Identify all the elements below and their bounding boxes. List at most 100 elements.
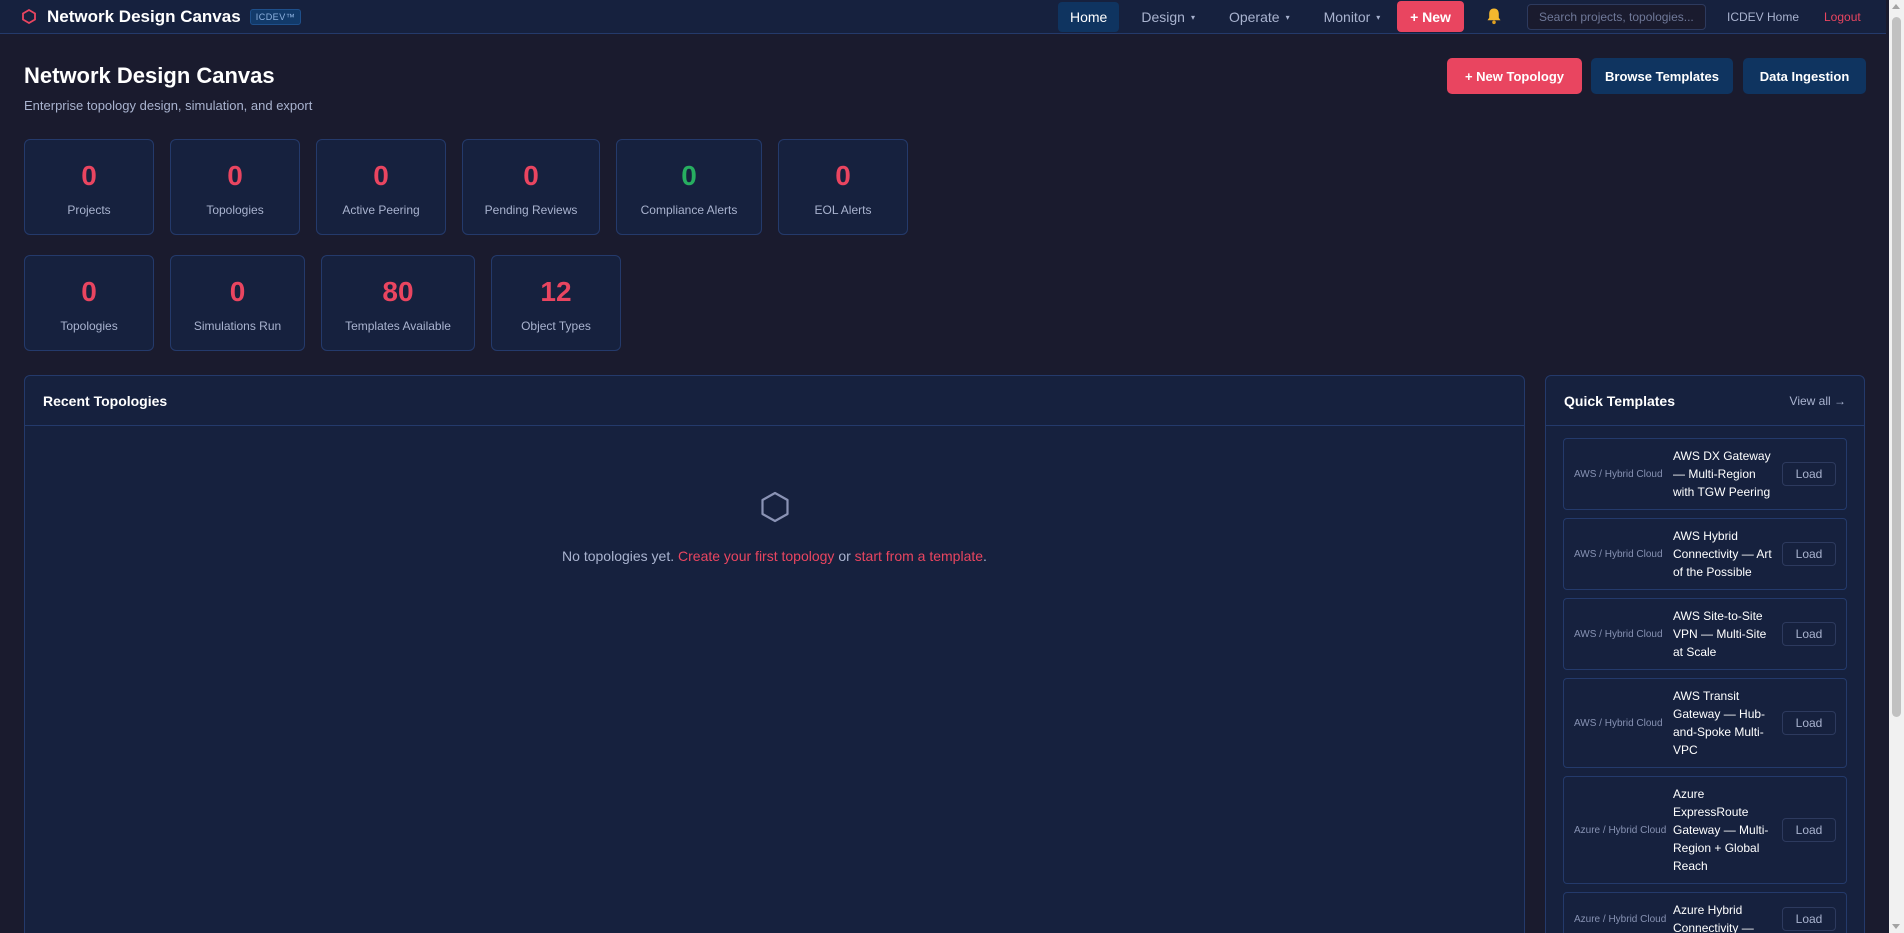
brand-badge: ICDEV™ [249, 8, 302, 25]
icdev-home-link[interactable]: ICDEV Home [1727, 10, 1799, 24]
hexagon-logo-icon [20, 8, 38, 26]
empty-state-or: or [838, 548, 851, 564]
template-name: AWS DX Gateway — Multi-Region with TGW P… [1673, 449, 1771, 499]
stat-label: Templates Available [345, 319, 451, 333]
chevron-down-icon: ▾ [1190, 12, 1195, 22]
template-name: Azure ExpressRoute Gateway — Multi-Regio… [1673, 787, 1769, 873]
new-button[interactable]: + New [1397, 1, 1464, 32]
load-template-button[interactable]: Load [1782, 711, 1836, 735]
nav-home-label: Home [1070, 9, 1108, 25]
panel-title: Quick Templates [1564, 392, 1676, 409]
scrollbar-thumb[interactable] [1892, 17, 1901, 717]
stat-value: 0 [835, 160, 851, 191]
app-title: Network Design Canvas [47, 6, 241, 26]
template-item: AWS / Hybrid Cloud AWS Hybrid Connectivi… [1563, 518, 1847, 590]
main-nav: Home Design ▾ Operate ▾ Monitor ▾ [1058, 1, 1402, 33]
template-item: Azure / Hybrid Cloud Azure ExpressRoute … [1563, 776, 1847, 884]
nav-operate-label: Operate [1228, 9, 1280, 25]
stat-card-simulations-run: 0 Simulations Run [170, 255, 305, 351]
chevron-down-icon: ▾ [1285, 12, 1290, 22]
stat-label: Active Peering [342, 203, 420, 217]
stat-card-compliance-alerts: 0 Compliance Alerts [616, 139, 762, 235]
hexagon-icon [760, 491, 790, 523]
stat-card-active-peering: 0 Active Peering [316, 139, 446, 235]
nav-monitor-label: Monitor [1323, 9, 1371, 25]
stat-value: 80 [382, 276, 414, 307]
load-template-button[interactable]: Load [1782, 907, 1836, 931]
empty-state-period: . [983, 548, 987, 564]
logout-link[interactable]: Logout [1824, 10, 1861, 24]
template-name: AWS Transit Gateway — Hub-and-Spoke Mult… [1673, 689, 1766, 757]
template-item: AWS / Hybrid Cloud AWS DX Gateway — Mult… [1563, 438, 1847, 510]
stat-value: 0 [229, 276, 246, 307]
stat-card-eol-alerts: 0 EOL Alerts [778, 139, 908, 235]
stat-card-object-types: 12 Object Types [491, 255, 621, 351]
quick-templates-panel: Quick Templates View all → AWS / Hybrid … [1545, 375, 1865, 933]
empty-state-message: No topologies yet. Create your first top… [25, 548, 1524, 564]
top-navbar: Network Design Canvas ICDEV™ Home Design… [0, 0, 1886, 34]
nav-operate[interactable]: Operate ▾ [1217, 2, 1302, 32]
recent-topologies-panel: Recent Topologies No topologies yet. Cre… [24, 375, 1525, 933]
start-from-template-link[interactable]: start from a template [855, 548, 983, 564]
template-category: AWS / Hybrid Cloud [1574, 468, 1663, 480]
empty-state-text: No topologies yet. [562, 548, 675, 564]
stat-value: 0 [81, 276, 97, 307]
browse-templates-button[interactable]: Browse Templates [1591, 58, 1733, 94]
page-title: Network Design Canvas [24, 63, 275, 88]
stat-label: Topologies [60, 319, 118, 333]
stat-card-pending-reviews: 0 Pending Reviews [462, 139, 600, 235]
stat-label: Projects [67, 203, 111, 217]
stat-card-templates-available: 80 Templates Available [321, 255, 475, 351]
stat-card-topologies: 0 Topologies [170, 139, 300, 235]
stat-value: 0 [227, 160, 243, 191]
stat-label: EOL Alerts [814, 203, 872, 217]
page-scrollbar[interactable] [1889, 0, 1904, 933]
panel-header: Recent Topologies [25, 376, 1524, 426]
nav-design[interactable]: Design ▾ [1129, 2, 1207, 32]
template-name: AWS Hybrid Connectivity — Art of the Pos… [1673, 529, 1772, 579]
scroll-down-arrow-icon[interactable] [1892, 924, 1900, 929]
new-topology-button[interactable]: + New Topology [1447, 58, 1582, 94]
stat-value: 0 [373, 160, 389, 191]
load-template-button[interactable]: Load [1782, 462, 1836, 486]
view-all-link[interactable]: View all → [1790, 394, 1846, 408]
data-ingestion-button[interactable]: Data Ingestion [1743, 58, 1866, 94]
template-item: AWS / Hybrid Cloud AWS Transit Gateway —… [1563, 678, 1847, 768]
template-item: Azure / Hybrid Cloud Azure Hybrid Connec… [1563, 892, 1847, 933]
stat-value: 12 [540, 276, 572, 307]
search-input[interactable] [1527, 4, 1706, 30]
page-subtitle: Enterprise topology design, simulation, … [24, 98, 313, 113]
stat-card-projects: 0 Projects [24, 139, 154, 235]
stat-label: Compliance Alerts [640, 203, 738, 217]
template-category: AWS / Hybrid Cloud [1574, 717, 1663, 729]
template-name: Azure Hybrid Connectivity — [1673, 903, 1754, 933]
panel-title: Recent Topologies [43, 392, 168, 409]
stat-value: 0 [81, 160, 97, 191]
template-list: AWS / Hybrid Cloud AWS DX Gateway — Mult… [1546, 426, 1864, 933]
load-template-button[interactable]: Load [1782, 818, 1836, 842]
template-category: Azure / Hybrid Cloud [1574, 824, 1667, 836]
create-first-topology-link[interactable]: Create your first topology [678, 548, 834, 564]
template-item: AWS / Hybrid Cloud AWS Site-to-Site VPN … [1563, 598, 1847, 670]
stat-label: Object Types [521, 319, 591, 333]
load-template-button[interactable]: Load [1782, 622, 1836, 646]
load-template-button[interactable]: Load [1782, 542, 1836, 566]
stat-value: 0 [681, 160, 697, 191]
stat-value: 0 [523, 160, 539, 191]
stat-label: Topologies [206, 203, 264, 217]
stat-card-topologies-2: 0 Topologies [24, 255, 154, 351]
bell-icon[interactable] [1486, 7, 1504, 27]
nav-design-label: Design [1141, 9, 1185, 25]
nav-home[interactable]: Home [1058, 2, 1120, 32]
brand[interactable]: Network Design Canvas ICDEV™ [20, 6, 302, 27]
nav-monitor[interactable]: Monitor ▾ [1312, 2, 1393, 32]
template-category: AWS / Hybrid Cloud [1574, 628, 1663, 640]
template-category: AWS / Hybrid Cloud [1574, 548, 1663, 560]
scroll-up-arrow-icon[interactable] [1892, 4, 1900, 9]
stat-label: Simulations Run [193, 319, 282, 333]
stat-label: Pending Reviews [484, 203, 578, 217]
template-category: Azure / Hybrid Cloud [1574, 913, 1667, 925]
template-name: AWS Site-to-Site VPN — Multi-Site at Sca… [1673, 609, 1767, 659]
panel-header: Quick Templates View all → [1546, 376, 1864, 426]
chevron-down-icon: ▾ [1376, 12, 1381, 22]
